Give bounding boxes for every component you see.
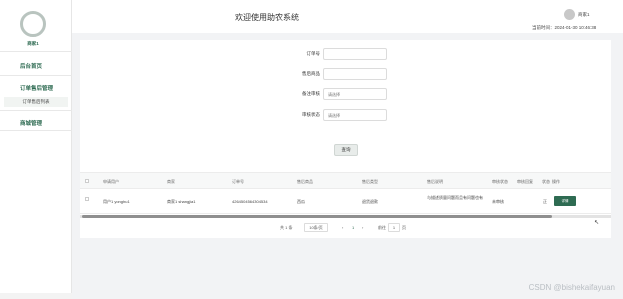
divider [0,51,72,52]
sidebar-item-home[interactable]: 后台首页 [0,62,72,70]
user-avatar[interactable] [564,9,575,20]
order-no-label: 订单号 [306,51,321,56]
prev-page-button[interactable]: ‹ [342,225,343,230]
table-horizontal-scrollbar[interactable] [80,215,611,218]
remark-audit-select[interactable] [323,88,387,100]
cell-product: 西瓜 [297,199,305,204]
audit-status-select[interactable] [323,109,387,121]
watermark: CSDN @bishekaifayuan [528,283,615,292]
column-header: 操作 [552,179,560,184]
row-checkbox[interactable] [85,197,89,201]
product-input[interactable] [323,68,387,80]
goto-page-input[interactable]: 1 [388,223,400,232]
remark-audit-label: 备注审核 [302,91,320,96]
main-content: 订单号 售后商品 备注审核 审核状态 查询 申请用户 商家 订单号 售后商品 售… [72,33,623,299]
divider [0,130,72,131]
current-page[interactable]: 1 [352,225,354,230]
product-label: 售后商品 [302,71,320,76]
cell-order-no: 4264504564304534 [232,199,268,204]
scrollbar-thumb[interactable] [82,215,552,218]
column-header: 商家 [167,179,175,184]
divider [0,75,72,76]
column-header: 申请用户 [103,179,119,184]
audit-status-label: 审核状态 [302,112,320,117]
sidebar-item-aftersale-list[interactable]: 订单售后列表 [0,99,72,105]
sidebar-item-aftersale-management[interactable]: 订单售后管理 [0,84,72,92]
cell-type: 退货退款 [362,199,378,204]
cell-state: 正 [543,199,547,204]
current-time: 当前时间：2024-01-30 10:46:38 [532,25,597,30]
select-all-checkbox[interactable] [85,179,89,183]
table-row: 用户1 yonghu1 商家1 shangjia1 42645045643045… [80,190,611,226]
divider [0,110,72,111]
page-title: 欢迎使用助农系统 [235,13,299,22]
goto-label: 前往 [378,225,386,230]
column-header: 订单号 [232,179,244,184]
pagination-total: 共 1 条 [280,225,293,230]
goto-suffix: 页 [402,225,406,230]
header-username[interactable]: 商家1 [578,12,590,18]
sidebar-scrollbar[interactable] [0,293,72,299]
avatar [20,11,46,37]
next-page-button[interactable]: › [362,225,363,230]
content-panel: 订单号 售后商品 备注审核 审核状态 查询 申请用户 商家 订单号 售后商品 售… [80,40,611,238]
sidebar-item-mall-management[interactable]: 商城管理 [0,119,72,127]
table-header: 申请用户 商家 订单号 售后商品 售后类型 售后说明 审核状态 审核回复 状态 … [80,172,611,189]
query-button[interactable]: 查询 [334,144,358,156]
top-header: 欢迎使用助农系统 商家1 当前时间：2024-01-30 10:46:38 [72,0,623,32]
cell-description: 与描述质量问题而且有问题也有 [427,195,483,200]
column-header: 审核回复 [517,179,533,184]
column-header: 售后类型 [362,179,378,184]
column-header: 审核状态 [492,179,508,184]
column-header: 售后商品 [297,179,313,184]
data-table: 申请用户 商家 订单号 售后商品 售后类型 售后说明 审核状态 审核回复 状态 … [80,172,611,226]
detail-button[interactable]: 详情 [554,196,576,206]
cell-user: 用户1 yonghu1 [103,199,130,204]
page-size-select[interactable]: 10条/页 [304,223,328,232]
sidebar: 商家1 后台首页 订单售后管理 订单售后列表 商城管理 [0,0,72,299]
cell-merchant: 商家1 shangjia1 [167,199,196,204]
mouse-cursor-icon: ↖ [594,220,600,226]
column-header: 状态 [542,179,550,184]
order-no-input[interactable] [323,48,387,60]
cell-audit-status: 未审核 [492,199,504,204]
column-header: 售后说明 [427,179,443,184]
sidebar-username: 商家1 [27,41,39,46]
